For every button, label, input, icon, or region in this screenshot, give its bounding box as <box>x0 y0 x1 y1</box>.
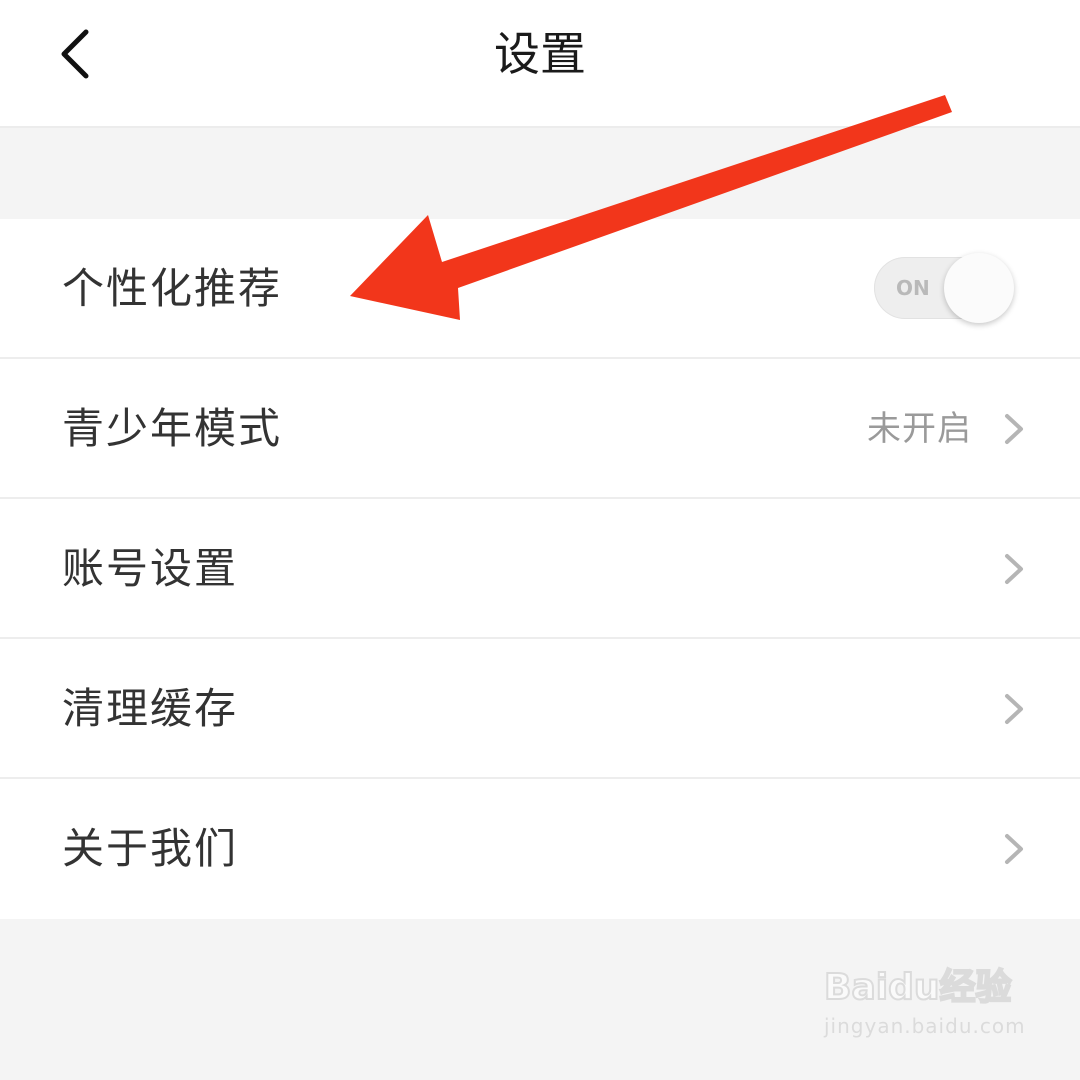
settings-item-account-settings[interactable]: 账号设置 <box>0 499 1080 639</box>
chevron-right-icon <box>1005 414 1023 444</box>
chevron-right-icon <box>1005 834 1023 864</box>
teen-mode-status: 未开启 <box>867 409 972 449</box>
page-title: 设置 <box>494 27 586 81</box>
settings-item-label: 青少年模式 <box>62 404 283 453</box>
watermark-logo: Baidu经验 <box>823 966 1012 1009</box>
settings-list: 个性化推荐 ON 青少年模式 未开启 账号设置 清理缓存 关于我们 <box>0 219 1080 919</box>
settings-item-label: 账号设置 <box>62 544 239 593</box>
header-bar: 设置 <box>0 0 1080 128</box>
settings-item-teen-mode[interactable]: 青少年模式 未开启 <box>0 359 1080 499</box>
settings-item-label: 清理缓存 <box>62 684 239 733</box>
watermark-url: jingyan.baidu.com <box>824 1014 1026 1038</box>
settings-item-about-us[interactable]: 关于我们 <box>0 779 1080 919</box>
watermark: Baidu经验 jingyan.baidu.com <box>823 938 1026 1058</box>
personalized-recommendation-toggle[interactable]: ON <box>874 253 1014 323</box>
toggle-knob <box>944 253 1014 323</box>
settings-page: 设置 个性化推荐 ON 青少年模式 未开启 账号设置 清理缓存 关于我们 Bai… <box>0 0 1080 1080</box>
back-arrow-icon <box>61 29 89 79</box>
settings-item-label: 个性化推荐 <box>62 264 283 313</box>
toggle-state-label: ON <box>896 276 930 300</box>
back-button[interactable] <box>48 22 108 86</box>
settings-item-personalized-recommendation[interactable]: 个性化推荐 ON <box>0 219 1080 359</box>
chevron-right-icon <box>1005 554 1023 584</box>
settings-item-label: 关于我们 <box>62 824 239 873</box>
settings-item-clear-cache[interactable]: 清理缓存 <box>0 639 1080 779</box>
chevron-right-icon <box>1005 694 1023 724</box>
